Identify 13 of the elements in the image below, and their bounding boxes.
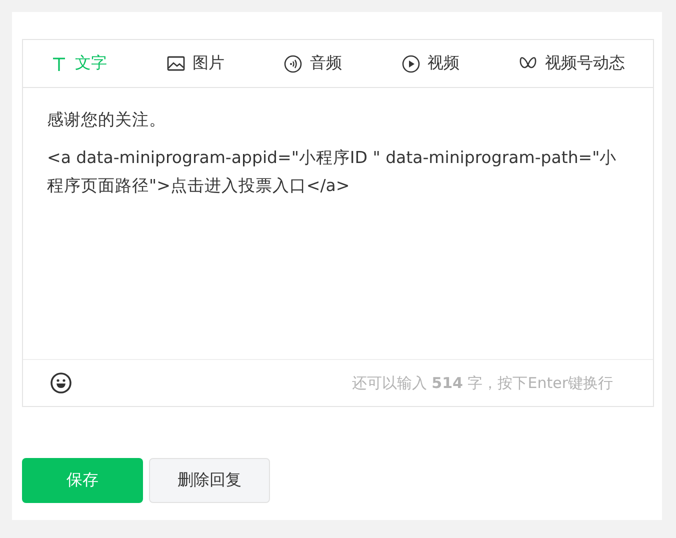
smiley-icon[interactable] [50,372,72,394]
tab[interactable]: 音频 [284,53,342,74]
text-icon [51,56,67,72]
delete-button[interactable]: 删除回复 [149,458,270,503]
audio-icon [284,54,302,72]
tab[interactable]: 视频号动态 [519,53,625,74]
message-text: 感谢您的关注。 [47,109,167,131]
play-icon [402,54,420,72]
tab[interactable]: 图片 [166,53,224,74]
tab[interactable]: 视频 [402,53,460,74]
image-icon [166,56,184,71]
character-counter: 还可以输入 514 字，按下Enter键换行 [352,374,613,392]
message-text: <a data-miniprogram-appid="小程序ID " data-miniprogram-path="小程序页面路径">点击进入投票入口</a> [47,147,618,197]
